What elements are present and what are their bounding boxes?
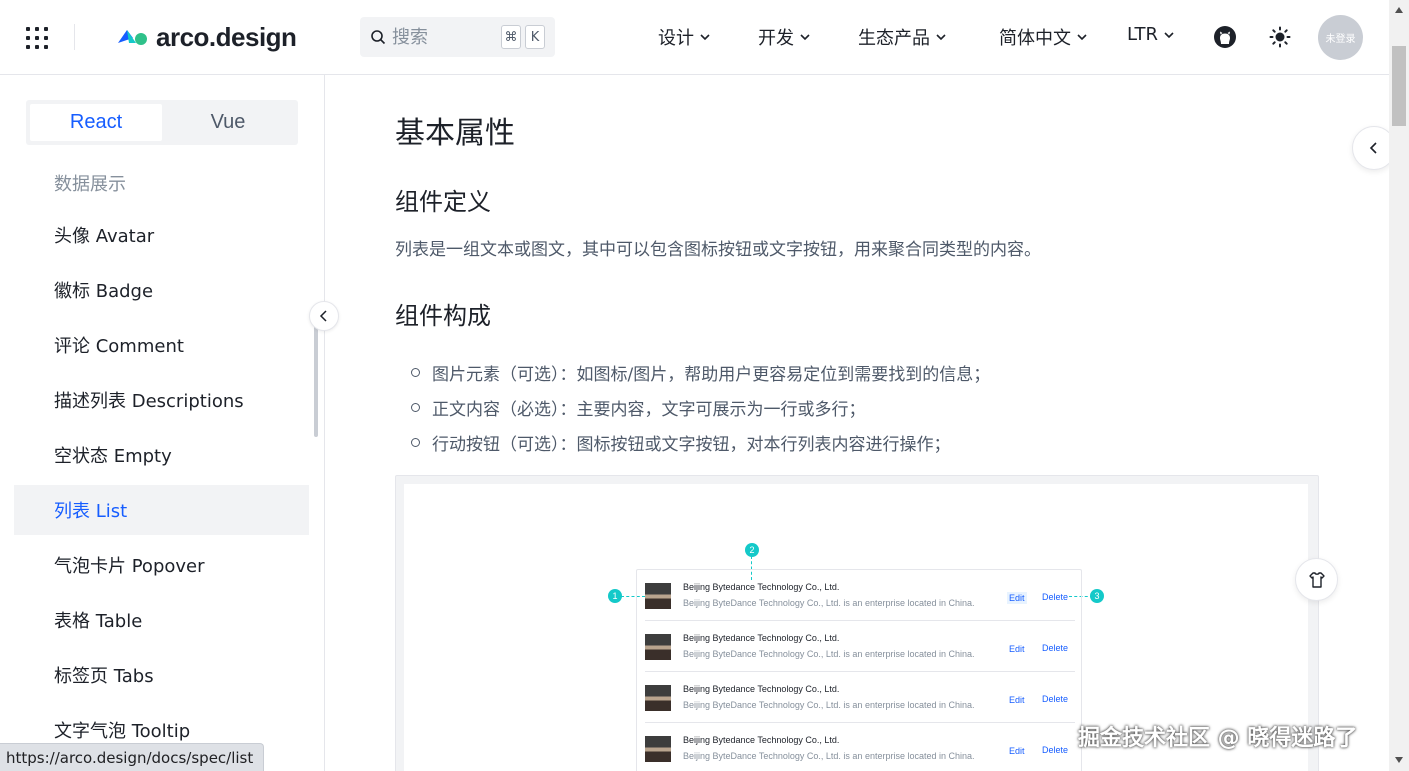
sidebar-group-label: 数据展示 [54, 174, 126, 195]
row-delete-button: Delete [1042, 592, 1069, 602]
sun-icon[interactable] [1267, 24, 1293, 50]
avatar-label: 未登录 [1325, 34, 1356, 45]
nav-design[interactable]: 设计 [658, 24, 710, 50]
table-row: Beijing Bytedance Technology Co., Ltd. B… [645, 621, 1075, 672]
list-item: 行动按钮（可选）：图标按钮或文字按钮，对本行列表内容进行操作； [411, 425, 990, 460]
status-url: https://arco.design/docs/spec/list [0, 743, 265, 771]
tab-vue[interactable]: Vue [162, 104, 294, 141]
row-description: Beijing ByteDance Technology Co., Ltd. i… [683, 700, 975, 710]
marker-2: 2 [745, 543, 759, 557]
row-edit-button: Edit [1009, 644, 1025, 654]
nav-develop[interactable]: 开发 [758, 24, 810, 50]
shortcut-key-cmd: ⌘ [501, 25, 521, 49]
arco-logo[interactable]: arco.design [116, 21, 297, 52]
row-delete-button: Delete [1042, 745, 1069, 755]
row-delete-button: Delete [1042, 694, 1069, 704]
avatar[interactable]: 未登录 [1318, 15, 1363, 60]
sidebar-scrollbar[interactable] [314, 325, 318, 437]
tab-react[interactable]: React [30, 104, 162, 141]
sidebar-item-empty[interactable]: 空状态 Empty [14, 430, 309, 480]
search-input[interactable] [392, 26, 492, 48]
nav-language-label: 简体中文 [999, 28, 1071, 49]
row-description: Beijing ByteDance Technology Co., Ltd. i… [683, 598, 975, 608]
nav-direction-label: LTR [1127, 24, 1159, 45]
github-icon[interactable] [1212, 24, 1238, 50]
logo-text: arco.design [156, 21, 297, 52]
row-title: Beijing Bytedance Technology Co., Ltd. [683, 633, 840, 643]
sidebar-item-table[interactable]: 表格 Table [14, 595, 309, 645]
scrollbar-thumb[interactable] [1392, 46, 1406, 126]
page-title: 基本属性 [395, 116, 515, 151]
top-header: arco.design ⌘ K 设计 开发 生态产品 简体中文 LTR 未登录 [0, 0, 1389, 75]
list-item: 正文内容（必选）：主要内容，文字可展示为一行或多行； [411, 390, 990, 425]
app-grid-icon[interactable] [26, 27, 48, 49]
search-box[interactable]: ⌘ K [360, 17, 555, 57]
framework-switch: React Vue [26, 100, 298, 145]
sidebar-item-badge[interactable]: 徽标 Badge [14, 265, 309, 315]
row-image [645, 583, 671, 609]
row-edit-button: Edit [1007, 592, 1027, 604]
row-image [645, 736, 671, 762]
theme-shirt-button[interactable] [1295, 558, 1338, 601]
sidebar: React Vue 数据展示 头像 Avatar 徽标 Badge 评论 Com… [0, 75, 325, 771]
composition-list: 图片元素（可选）：如图标/图片，帮助用户更容易定位到需要找到的信息； 正文内容（… [411, 355, 990, 460]
sidebar-item-tabs[interactable]: 标签页 Tabs [14, 650, 309, 700]
table-row: Beijing Bytedance Technology Co., Ltd. B… [645, 723, 1075, 771]
chevron-down-icon [1164, 31, 1174, 38]
arco-logo-icon [118, 30, 147, 45]
table-row: Beijing Bytedance Technology Co., Ltd. B… [645, 672, 1075, 723]
row-title: Beijing Bytedance Technology Co., Ltd. [683, 582, 840, 592]
definition-text: 列表是一组文本或图文，其中可以包含图标按钮或文字按钮，用来聚合同类型的内容。 [395, 240, 1041, 260]
scroll-down-arrow-icon[interactable] [1395, 757, 1403, 763]
watermark: 掘金技术社区 @ 晓得迷路了 [1078, 726, 1358, 751]
row-edit-button: Edit [1009, 695, 1025, 705]
search-shortcut: ⌘ K [497, 25, 545, 49]
row-description: Beijing ByteDance Technology Co., Ltd. i… [683, 751, 975, 761]
nav-language[interactable]: 简体中文 [999, 24, 1087, 50]
nav-design-label: 设计 [658, 28, 694, 49]
marker-1: 1 [608, 589, 622, 603]
row-edit-button: Edit [1009, 746, 1025, 756]
chevron-down-icon [700, 34, 710, 41]
scroll-up-arrow-icon[interactable] [1395, 7, 1403, 13]
header-divider [74, 24, 75, 50]
shortcut-key-k: K [525, 25, 545, 49]
chevron-down-icon [936, 34, 946, 41]
demo-list: Beijing Bytedance Technology Co., Ltd. B… [636, 569, 1082, 771]
nav-develop-label: 开发 [758, 28, 794, 49]
chevron-down-icon [1077, 34, 1087, 41]
nav-ecosystem[interactable]: 生态产品 [858, 24, 946, 50]
sidebar-item-descriptions[interactable]: 描述列表 Descriptions [14, 375, 309, 425]
page-scrollbar[interactable] [1389, 0, 1409, 771]
row-image [645, 634, 671, 660]
sidebar-item-list[interactable]: 列表 List [14, 485, 309, 535]
definition-heading: 组件定义 [395, 188, 491, 216]
shirt-icon [1308, 571, 1325, 588]
row-title: Beijing Bytedance Technology Co., Ltd. [683, 735, 840, 745]
composition-heading: 组件构成 [395, 302, 491, 330]
main-content: 基本属性 组件定义 列表是一组文本或图文，其中可以包含图标按钮或文字按钮，用来聚… [325, 75, 1389, 771]
row-description: Beijing ByteDance Technology Co., Ltd. i… [683, 649, 975, 659]
chevron-left-icon [1369, 142, 1377, 154]
search-icon [371, 30, 386, 45]
row-image [645, 685, 671, 711]
nav-direction[interactable]: LTR [1127, 24, 1174, 45]
list-item: 图片元素（可选）：如图标/图片，帮助用户更容易定位到需要找到的信息； [411, 355, 990, 390]
chevron-down-icon [800, 34, 810, 41]
marker-3: 3 [1090, 589, 1104, 603]
row-title: Beijing Bytedance Technology Co., Ltd. [683, 684, 840, 694]
sidebar-item-comment[interactable]: 评论 Comment [14, 320, 309, 370]
sidebar-item-avatar[interactable]: 头像 Avatar [14, 210, 309, 260]
nav-ecosystem-label: 生态产品 [858, 28, 930, 49]
table-row: Beijing Bytedance Technology Co., Ltd. B… [645, 570, 1075, 621]
sidebar-item-popover[interactable]: 气泡卡片 Popover [14, 540, 309, 590]
row-delete-button: Delete [1042, 643, 1069, 653]
